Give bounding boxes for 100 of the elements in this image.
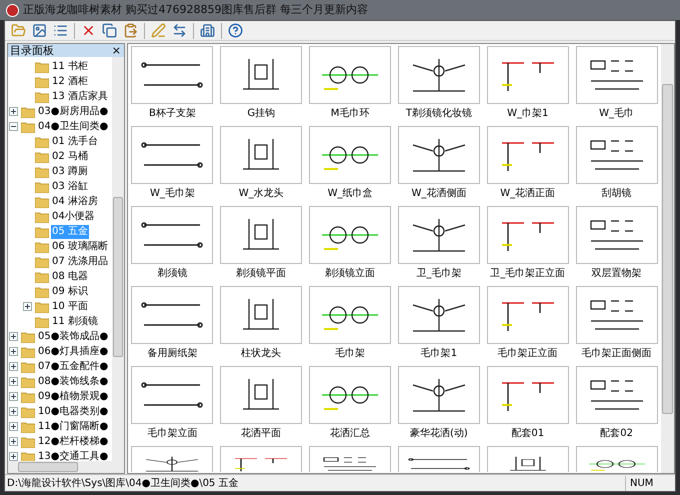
building-icon[interactable] (198, 22, 217, 40)
thumbnail[interactable] (131, 446, 214, 472)
thumbnail[interactable] (576, 446, 658, 472)
thumbnail[interactable] (220, 206, 302, 264)
collapse-toggle-icon[interactable] (9, 122, 18, 131)
thumbnail-label: 剃须镜立面 (325, 266, 376, 281)
thumbnail[interactable] (309, 286, 392, 344)
thumbnail[interactable] (398, 366, 480, 424)
expand-toggle-icon[interactable] (9, 407, 18, 416)
thumbnail[interactable] (309, 366, 392, 424)
expand-toggle-icon[interactable] (9, 437, 18, 446)
expand-toggle-icon[interactable] (9, 422, 18, 431)
expand-toggle-icon[interactable] (9, 347, 18, 356)
horizontal-scrollbar[interactable] (8, 461, 124, 473)
thumbnail[interactable] (398, 446, 480, 472)
tree-item[interactable]: 09 标识 (51, 284, 89, 298)
expand-toggle-icon[interactable] (9, 362, 18, 371)
thumbnail[interactable] (220, 126, 302, 184)
thumbnail[interactable] (220, 46, 302, 104)
app-logo-icon (6, 4, 19, 16)
thumbnail[interactable] (576, 366, 658, 424)
folder-icon (21, 330, 35, 342)
thumbnail-label: 毛巾架正面侧面 (582, 346, 652, 361)
tree-item[interactable]: 03 蹲厕 (51, 164, 89, 178)
tree-item[interactable]: 11 书柜 (51, 60, 89, 74)
thumbnail[interactable] (486, 286, 569, 344)
thumbnail[interactable] (131, 206, 214, 264)
tree-item[interactable]: 08 电器 (51, 270, 89, 284)
folder-icon (21, 436, 35, 448)
expand-toggle-icon[interactable] (9, 332, 18, 341)
thumbnail[interactable] (486, 46, 569, 104)
scrollbar[interactable] (661, 44, 674, 473)
thumbnail[interactable] (309, 446, 392, 472)
thumbnail[interactable] (131, 46, 214, 104)
folder-icon (35, 136, 49, 148)
expand-toggle-icon[interactable] (9, 107, 18, 116)
tree-item[interactable]: 01 洗手台 (51, 134, 99, 148)
tree-item[interactable]: 04●卫生间类● (37, 120, 110, 134)
thumbnail[interactable] (220, 446, 302, 472)
thumbnail-label: 毛巾架 (335, 346, 366, 361)
thumbnail-label: W_花洒侧面 (411, 186, 466, 201)
tree-item[interactable]: 06●灯具插座● (37, 344, 110, 358)
tree-item[interactable]: 10 平面 (51, 300, 89, 314)
thumbnail[interactable] (486, 446, 569, 472)
tree-item[interactable]: 13●交通工具● (37, 450, 110, 461)
folder-icon (35, 270, 49, 282)
thumbnail[interactable] (131, 286, 214, 344)
tree-item[interactable]: 03●厨房用品● (37, 104, 110, 118)
thumbnail[interactable] (309, 206, 392, 264)
thumbnail[interactable] (576, 46, 658, 104)
thumbnail-label: 毛巾架1 (420, 346, 458, 361)
tree-item[interactable]: 11●门窗隔断● (37, 420, 110, 434)
tree-item[interactable]: 11 剃须镜 (51, 314, 99, 328)
thumbnail[interactable] (220, 286, 302, 344)
num-lock-indicator: NUM (625, 476, 675, 490)
thumbnail[interactable] (131, 366, 214, 424)
expand-toggle-icon[interactable] (9, 392, 18, 401)
tree-item[interactable]: 07●五金配件● (37, 360, 110, 374)
thumbnail[interactable] (576, 206, 658, 264)
thumbnail[interactable] (576, 286, 658, 344)
tree-item[interactable]: 03 浴缸 (51, 180, 89, 194)
expand-toggle-icon[interactable] (9, 377, 18, 386)
close-button[interactable]: × (108, 44, 124, 56)
tree-item[interactable]: 05●装饰成品● (37, 330, 110, 344)
thumbnail[interactable] (309, 46, 392, 104)
scrollbar-thumb[interactable] (662, 84, 673, 414)
tree-item[interactable]: 04小便器 (51, 210, 96, 224)
expand-toggle-icon[interactable] (9, 452, 18, 461)
thumbnail[interactable] (309, 126, 392, 184)
picture-icon[interactable] (30, 22, 49, 40)
thumbnail[interactable] (486, 206, 569, 264)
thumbnail[interactable] (398, 46, 480, 104)
tree-item[interactable]: 10●电器类别● (37, 404, 110, 418)
tree-item[interactable]: 02 马桶 (51, 150, 89, 164)
scrollbar-thumb[interactable] (18, 462, 78, 472)
tree-item[interactable]: 09●植物景观● (37, 390, 110, 404)
thumbnail[interactable] (398, 286, 480, 344)
folder-icon (21, 406, 35, 418)
thumbnail[interactable] (398, 206, 480, 264)
help-icon[interactable] (226, 22, 245, 40)
tree-item[interactable]: 13 酒店家具 (51, 90, 109, 104)
tree-item[interactable]: 12●栏杆楼梯● (37, 434, 110, 448)
tree-item[interactable]: 07 洗涤用品 (51, 254, 109, 268)
tree-item[interactable]: 08●装饰线条● (37, 374, 110, 388)
tree-item[interactable]: 06 玻璃隔断 (51, 240, 109, 254)
thumbnail-label: W_水龙头 (238, 186, 284, 201)
thumbnail[interactable] (486, 126, 569, 184)
thumbnail[interactable] (486, 366, 569, 424)
scrollbar[interactable] (112, 57, 124, 461)
scrollbar-thumb[interactable] (113, 197, 123, 357)
thumbnail-label: 刮胡镜 (602, 186, 632, 201)
thumbnail[interactable] (398, 126, 480, 184)
copy-icon[interactable] (100, 22, 119, 40)
thumbnail[interactable] (220, 366, 302, 424)
tree-item[interactable]: 12 酒柜 (51, 74, 89, 88)
thumbnail[interactable] (576, 126, 658, 184)
thumbnail-label: 花洒汇总 (330, 426, 370, 441)
expand-toggle-icon[interactable] (23, 302, 32, 311)
tree-item[interactable]: 04 淋浴房 (51, 194, 99, 208)
thumbnail[interactable] (131, 126, 214, 184)
